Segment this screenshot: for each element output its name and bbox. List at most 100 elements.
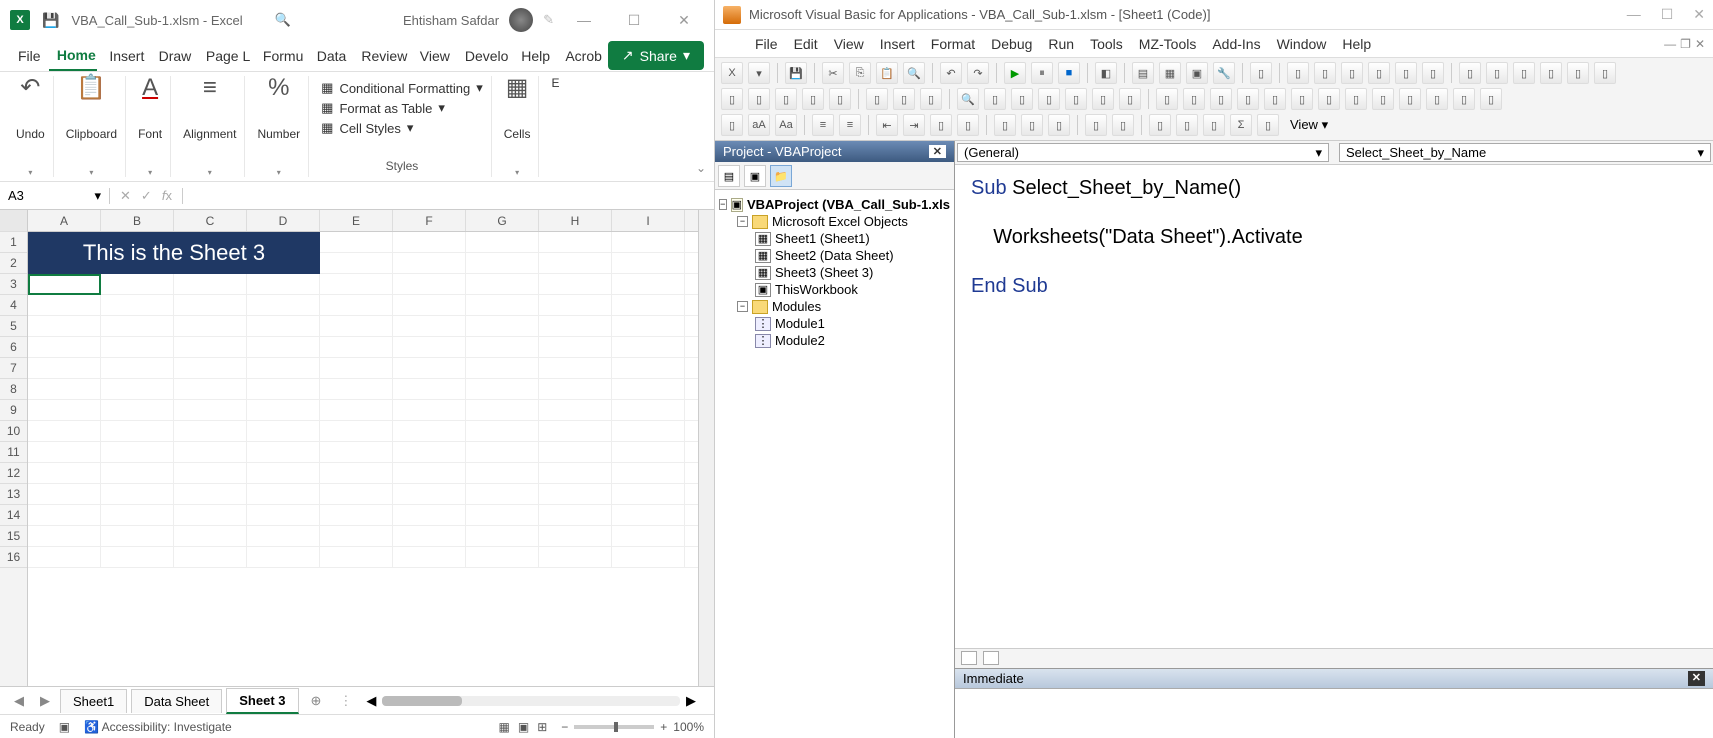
- toolbar-icon[interactable]: ▯: [1183, 88, 1205, 110]
- col-header[interactable]: A: [28, 210, 101, 231]
- select-all-corner[interactable]: [0, 210, 27, 232]
- row-header[interactable]: 15: [0, 526, 27, 547]
- insert-module-icon[interactable]: ▾: [748, 62, 770, 84]
- tree-module[interactable]: ⋮Module2: [719, 332, 950, 349]
- undo-icon[interactable]: ↶: [940, 62, 962, 84]
- chevron-down-icon[interactable]: ▾: [277, 168, 281, 177]
- tab-view[interactable]: View: [412, 42, 453, 70]
- toolbar-icon[interactable]: ▯: [1237, 88, 1259, 110]
- toolbar-icon[interactable]: ▯: [1021, 114, 1043, 136]
- toolbar-icon[interactable]: ▯: [1594, 62, 1616, 84]
- vertical-scrollbar[interactable]: [698, 210, 714, 686]
- toolbar-icon[interactable]: ▯: [721, 88, 743, 110]
- object-dropdown[interactable]: (General)▾: [957, 143, 1329, 162]
- cells-icon[interactable]: ▦: [506, 76, 529, 100]
- merged-cell[interactable]: This is the Sheet 3: [28, 232, 320, 274]
- tree-sheet[interactable]: ▦Sheet1 (Sheet1): [719, 230, 950, 247]
- toolbar-icon[interactable]: ▯: [1156, 88, 1178, 110]
- menu-mztools[interactable]: MZ-Tools: [1139, 36, 1197, 52]
- menu-debug[interactable]: Debug: [991, 36, 1032, 52]
- save-icon[interactable]: 💾: [42, 12, 59, 29]
- toolbar-icon[interactable]: ▯: [1513, 62, 1535, 84]
- toolbar-icon[interactable]: Σ: [1230, 114, 1252, 136]
- tab-splitter[interactable]: ⋮: [339, 693, 352, 709]
- page-layout-icon[interactable]: ▣: [518, 720, 529, 734]
- search-icon[interactable]: 🔍: [275, 12, 291, 28]
- maximize-button[interactable]: ☐: [1661, 6, 1674, 23]
- run-icon[interactable]: ▶: [1004, 62, 1026, 84]
- toolbar-icon[interactable]: ▯: [1314, 62, 1336, 84]
- menu-edit[interactable]: Edit: [794, 36, 818, 52]
- toolbar-icon[interactable]: ▯: [1480, 88, 1502, 110]
- sheet-tab[interactable]: Data Sheet: [131, 689, 222, 713]
- toolbar-icon[interactable]: ▯: [1399, 88, 1421, 110]
- enter-icon[interactable]: ✓: [141, 188, 152, 204]
- toolbar-icon[interactable]: ▯: [1540, 62, 1562, 84]
- row-header[interactable]: 11: [0, 442, 27, 463]
- toolbar-icon[interactable]: ▯: [1453, 88, 1475, 110]
- tab-help[interactable]: Help: [513, 42, 553, 70]
- toolbar-icon[interactable]: ▯: [1422, 62, 1444, 84]
- tab-formulas[interactable]: Formu: [255, 42, 305, 70]
- tree-sheet[interactable]: ▦Sheet2 (Data Sheet): [719, 247, 950, 264]
- toolbar-icon[interactable]: ▯: [994, 114, 1016, 136]
- row-header[interactable]: 3: [0, 274, 27, 295]
- col-header[interactable]: C: [174, 210, 247, 231]
- toolbar-icon[interactable]: ▯: [984, 88, 1006, 110]
- toggle-folders-icon[interactable]: 📁: [770, 165, 792, 187]
- menu-help[interactable]: Help: [1342, 36, 1371, 52]
- avatar[interactable]: [509, 8, 533, 32]
- row-header[interactable]: 2: [0, 253, 27, 274]
- row-header[interactable]: 12: [0, 463, 27, 484]
- menu-run[interactable]: Run: [1048, 36, 1074, 52]
- row-header[interactable]: 7: [0, 358, 27, 379]
- toolbar-icon[interactable]: ▯: [1341, 62, 1363, 84]
- full-module-view-icon[interactable]: [983, 651, 999, 665]
- view-object-icon[interactable]: ▣: [744, 165, 766, 187]
- break-icon[interactable]: ⏸: [1031, 62, 1053, 84]
- zoom-in-icon[interactable]: +: [660, 720, 667, 734]
- toolbar-icon[interactable]: ▯: [829, 88, 851, 110]
- zoom-control[interactable]: − + 100%: [561, 720, 704, 734]
- toolbar-icon[interactable]: ▯: [1038, 88, 1060, 110]
- tab-data[interactable]: Data: [309, 42, 350, 70]
- immediate-input[interactable]: [955, 689, 1713, 738]
- toolbox-icon[interactable]: 🔧: [1213, 62, 1235, 84]
- font-decrease-icon[interactable]: Aa: [775, 114, 797, 136]
- tab-review[interactable]: Review: [353, 42, 407, 70]
- tree-folder-excel-objects[interactable]: −Microsoft Excel Objects: [719, 213, 950, 230]
- view-dropdown[interactable]: View ▾: [1284, 117, 1334, 133]
- outdent-icon[interactable]: ⇥: [903, 114, 925, 136]
- comment-icon[interactable]: ▯: [930, 114, 952, 136]
- spreadsheet-grid[interactable]: 1 2 3 4 5 6 7 8 9 10 11 12 13 14 15 16 A…: [0, 210, 714, 686]
- tree-project[interactable]: −▣VBAProject (VBA_Call_Sub-1.xls: [719, 196, 950, 213]
- col-header[interactable]: G: [466, 210, 539, 231]
- accessibility-status[interactable]: ♿ Accessibility: Investigate: [84, 720, 232, 734]
- toolbar-icon[interactable]: ▯: [1176, 114, 1198, 136]
- list-icon[interactable]: ≡: [839, 114, 861, 136]
- normal-view-icon[interactable]: ▦: [499, 720, 510, 734]
- menu-insert[interactable]: Insert: [880, 36, 915, 52]
- view-excel-icon[interactable]: X: [721, 62, 743, 84]
- find-icon[interactable]: 🔍: [903, 62, 925, 84]
- zoom-value[interactable]: 100%: [673, 720, 704, 734]
- toolbar-icon[interactable]: ▯: [1048, 114, 1070, 136]
- sheet-tab[interactable]: Sheet1: [60, 689, 127, 713]
- toolbar-icon[interactable]: ▯: [1011, 88, 1033, 110]
- horizontal-scrollbar[interactable]: ◀ ▶: [356, 693, 706, 709]
- cancel-icon[interactable]: ✕: [120, 188, 131, 204]
- conditional-formatting[interactable]: ▦Conditional Formatting▾: [321, 80, 483, 96]
- col-header[interactable]: B: [101, 210, 174, 231]
- row-header[interactable]: 1: [0, 232, 27, 253]
- col-header[interactable]: H: [539, 210, 612, 231]
- row-header[interactable]: 16: [0, 547, 27, 568]
- toolbar-icon[interactable]: ▯: [775, 88, 797, 110]
- tab-acrobat[interactable]: Acrob: [557, 42, 604, 70]
- menu-format[interactable]: Format: [931, 36, 975, 52]
- toolbar-icon[interactable]: ▯: [1318, 88, 1340, 110]
- row-header[interactable]: 4: [0, 295, 27, 316]
- row-header[interactable]: 10: [0, 421, 27, 442]
- toolbar-icon[interactable]: ▯: [1287, 62, 1309, 84]
- sheet-nav-next[interactable]: ▶: [34, 693, 56, 709]
- scroll-thumb[interactable]: [382, 696, 462, 706]
